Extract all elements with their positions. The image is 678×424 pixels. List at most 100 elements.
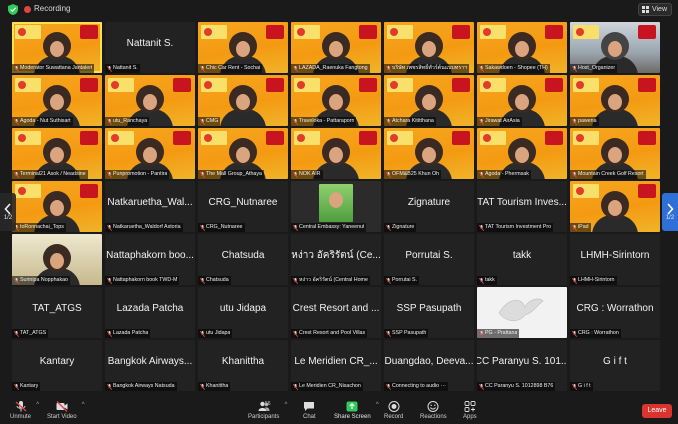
participant-name-label: TAT_ATGS [20, 330, 47, 336]
participant-tile[interactable]: LHMH-Sirintorn LHMH-Sirintorn [570, 234, 660, 285]
participant-tile[interactable]: Bangkok Airways... Bangkok Airways Natsud… [105, 340, 195, 391]
participant-tile[interactable]: CRG_Nutnaree CRG_Nutnaree [198, 181, 288, 232]
participant-tile[interactable]: Mountain Creek Golf Resort [570, 128, 660, 179]
participant-tile[interactable]: Terminal21 Asok / Neadsine [12, 128, 102, 179]
participant-caption: Le Meridien CR_Nisachon [291, 382, 363, 391]
participant-tile[interactable]: Crest Resort and ... Crest Resort and Poo… [291, 287, 381, 338]
apps-button[interactable]: Apps [463, 401, 477, 420]
participant-video-face [508, 32, 536, 60]
participant-name-label: Porrutai S. [392, 277, 418, 283]
participant-tile[interactable]: Chic Car Rent - Sochai [198, 22, 288, 73]
leave-button[interactable]: Leave [642, 404, 672, 418]
participant-tile[interactable]: Surinipa Nopphakao [12, 234, 102, 285]
participant-tile[interactable]: Zignature Zignature [384, 181, 474, 232]
muted-mic-icon [386, 118, 391, 125]
participant-tile[interactable]: SSP Pasupath SSP Pasupath [384, 287, 474, 338]
participant-name-display: G i f t [603, 355, 627, 367]
participant-tile[interactable]: Duangdao, Deeva... Connecting to audio ··… [384, 340, 474, 391]
record-button[interactable]: Record [384, 401, 403, 420]
chevron-right-icon [667, 203, 674, 215]
participant-tile[interactable]: CC Paranyu S. 101... CC Paranyu S. 101289… [477, 340, 567, 391]
participant-tile[interactable]: Nattanit S. Nattanit S. [105, 22, 195, 73]
video-options-caret-icon[interactable]: ^ [82, 402, 85, 408]
participant-tile[interactable]: Khanittha Khanittha [198, 340, 288, 391]
muted-mic-icon [293, 330, 298, 337]
page-indicator-left: 1/2 [3, 215, 13, 221]
page-indicator-right: 1/2 [665, 215, 675, 221]
participant-tile[interactable]: บริษัท เพชรสิทธิ์ทัวร์ต้นแบบทราฯ [384, 22, 474, 73]
participant-tile[interactable]: Kantary Kantary [12, 340, 102, 391]
participant-tile[interactable]: Central Embassy: Yaneenut [291, 181, 381, 232]
participant-tile[interactable]: iPad [570, 181, 660, 232]
participant-name-display: Bangkok Airways... [107, 355, 193, 367]
share-screen-button[interactable]: Share Screen ^ [334, 401, 379, 420]
participant-tile[interactable]: toRonnachai_Tops [12, 181, 102, 232]
event-poster-backdrop [15, 78, 41, 92]
participant-name-label: หง่าว อัคริรัตน์ (Central Home [299, 277, 368, 283]
participants-button[interactable]: 56 Participants ^ [248, 401, 287, 420]
event-logo-badge [266, 25, 284, 39]
participant-tile[interactable]: Le Meridien CR_... Le Meridien CR_Nisacho… [291, 340, 381, 391]
participant-caption: Chatsuda [198, 276, 231, 285]
participant-tile[interactable]: Moderator Suwattana Jantalert [12, 22, 102, 73]
zoom-meeting-window: Recording View Moderator Suwattana Janta… [0, 0, 678, 424]
participants-caret-icon[interactable]: ^ [285, 402, 288, 408]
participant-tile[interactable]: CMG [198, 75, 288, 126]
participant-tile[interactable]: PG - Prattana [477, 287, 567, 338]
participant-tile[interactable]: Natkaruetha_Wal... Natkaruetha_Waldorf As… [105, 181, 195, 232]
participant-name-label: Kantary [20, 383, 39, 389]
participant-caption: Sakawdoen - Shopee (TH) [477, 64, 550, 73]
participant-caption: CRG : Worrathon [570, 329, 621, 338]
start-video-button[interactable]: Start Video ^ [47, 401, 85, 420]
participant-tile[interactable]: Sakawdoen - Shopee (TH) [477, 22, 567, 73]
next-page-button[interactable]: 1/2 [662, 193, 678, 231]
share-options-caret-icon[interactable]: ^ [376, 402, 379, 408]
participant-tile[interactable]: Chatsuda Chatsuda [198, 234, 288, 285]
muted-mic-icon [293, 383, 298, 390]
event-poster-backdrop [387, 25, 413, 39]
previous-page-button[interactable]: 1/2 [0, 193, 16, 231]
participant-tile[interactable]: Punpromotion - Pantira [105, 128, 195, 179]
participant-tile[interactable]: utu Jidapa utu Jidapa [198, 287, 288, 338]
event-poster-backdrop [108, 131, 134, 145]
participant-name-display: Nattanit S. [126, 37, 174, 49]
participants-count: 56 [265, 401, 271, 407]
participant-tile[interactable]: NOK AIR [291, 128, 381, 179]
participant-tile[interactable]: takk takk [477, 234, 567, 285]
event-poster-backdrop [387, 78, 413, 92]
participant-caption: Porrutai S. [384, 276, 420, 285]
participant-tile[interactable]: OFM&B25 Khun Oh [384, 128, 474, 179]
muted-mic-icon [14, 383, 19, 390]
participant-tile[interactable]: หง่าว อัคริรัตน์ (Ce... หง่าว อัคริรัตน์ … [291, 234, 381, 285]
participant-tile[interactable]: Atchara Kititthana [384, 75, 474, 126]
muted-mic-icon [386, 383, 391, 390]
participant-tile[interactable]: Lazada Patcha Lazada Patcha [105, 287, 195, 338]
participant-tile[interactable]: TAT Tourism Inves... TAT Tourism Investme… [477, 181, 567, 232]
participant-tile[interactable]: Agoda - Nut Suthisart [12, 75, 102, 126]
participant-tile[interactable]: utu_Ranchaya [105, 75, 195, 126]
participant-tile[interactable]: Traveloka - Pattaraporn [291, 75, 381, 126]
participant-tile[interactable]: Host_Organizer [570, 22, 660, 73]
participant-tile[interactable]: The Mall Group_Athaya [198, 128, 288, 179]
participant-tile[interactable]: Jirawat AirAsia [477, 75, 567, 126]
participant-tile[interactable]: TAT_ATGS TAT_ATGS [12, 287, 102, 338]
participant-name-label: Crest Resort and Pool Villas [299, 330, 366, 336]
security-shield-icon[interactable] [8, 4, 18, 15]
chat-button[interactable]: Chat [303, 401, 316, 420]
participant-tile[interactable]: pawena [570, 75, 660, 126]
reactions-button[interactable]: Reactions [420, 401, 447, 420]
participant-video-face [601, 32, 629, 60]
participant-tile[interactable]: Nattaphakorn boo... Nattaphakorn book TWD… [105, 234, 195, 285]
participant-name-label: The Mall Group_Athaya [206, 171, 262, 177]
participant-tile[interactable]: LAZADA_Raenuka Fangtong [291, 22, 381, 73]
participant-tile[interactable]: Agoda - Phermsak [477, 128, 567, 179]
unmute-button[interactable]: Unmute ^ [10, 401, 39, 420]
participant-caption: Kantary [12, 382, 41, 391]
participant-tile[interactable]: Porrutai S. Porrutai S. [384, 234, 474, 285]
audio-options-caret-icon[interactable]: ^ [36, 402, 39, 408]
participant-name-label: TAT Tourism Investment Pro [485, 224, 552, 230]
participant-tile[interactable]: G i f t G i f t [570, 340, 660, 391]
participant-tile[interactable]: CRG : Worrathon CRG : Worrathon [570, 287, 660, 338]
top-bar: Recording View [0, 0, 678, 20]
view-button[interactable]: View [637, 3, 672, 16]
